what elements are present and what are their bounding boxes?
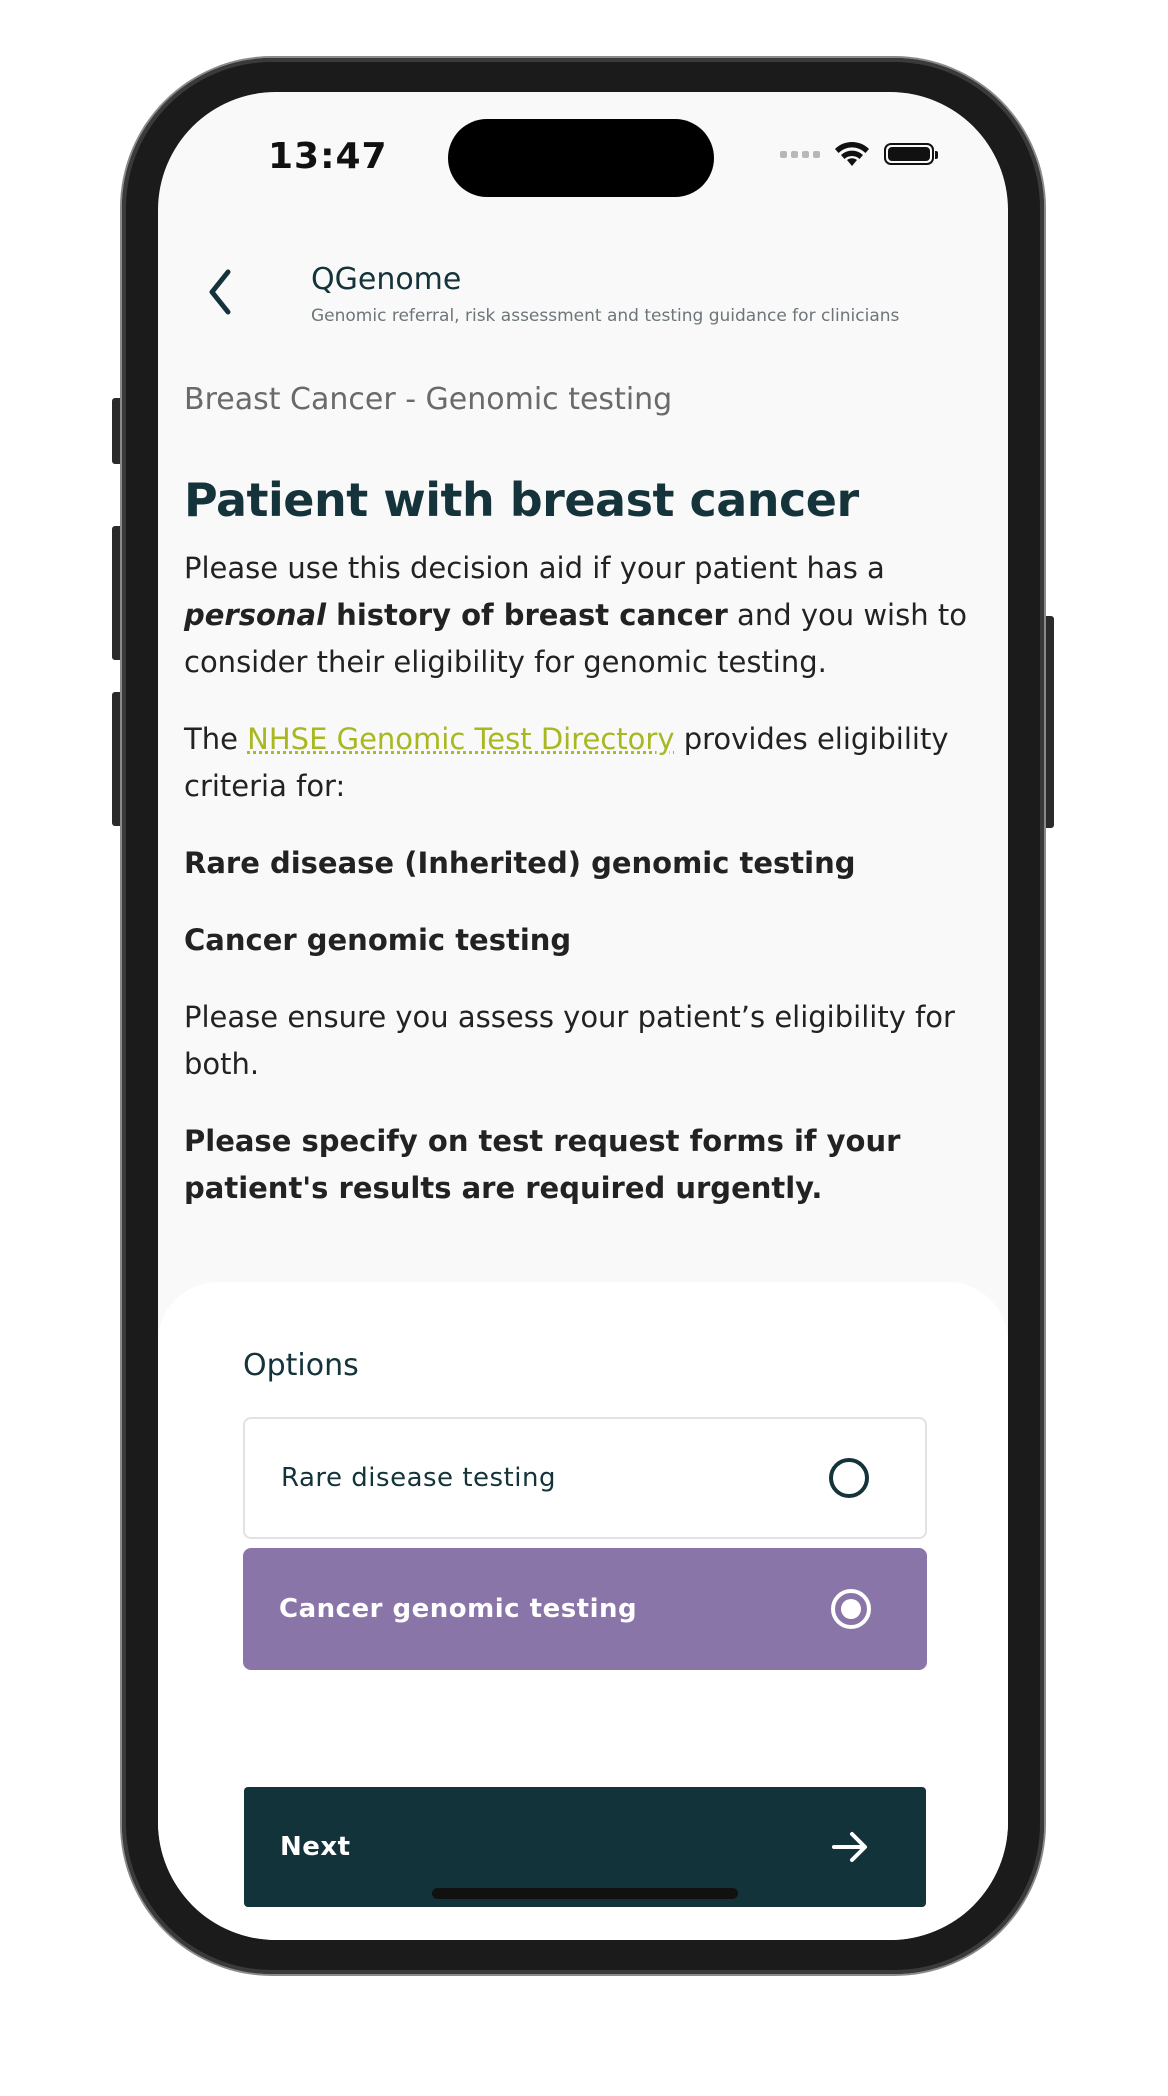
status-icons xyxy=(780,140,938,168)
intro-text-1: Please use this decision aid if your pat… xyxy=(184,551,885,585)
app-header: QGenome Genomic referral, risk assessmen… xyxy=(158,242,1008,352)
directory-paragraph: The NHSE Genomic Test Directory provides… xyxy=(184,716,984,810)
intro-paragraph: Please use this decision aid if your pat… xyxy=(184,545,984,686)
chevron-left-icon xyxy=(209,269,231,315)
home-indicator xyxy=(432,1888,738,1899)
back-button[interactable] xyxy=(198,262,248,322)
option-cancer-genomic-testing[interactable]: Cancer genomic testing xyxy=(243,1548,927,1670)
option-label: Cancer genomic testing xyxy=(279,1594,638,1624)
option-rare-disease-testing[interactable]: Rare disease testing xyxy=(243,1417,927,1539)
criteria-cancer: Cancer genomic testing xyxy=(184,923,572,957)
intro-emphasis: personal xyxy=(184,598,327,632)
radio-checked-icon xyxy=(831,1589,871,1629)
criteria-rare-disease: Rare disease (Inherited) genomic testing xyxy=(184,846,856,880)
next-label: Next xyxy=(280,1832,351,1862)
phone-frame: 13:47 QGenome Genomic referral, risk ass… xyxy=(122,58,1044,1974)
battery-icon xyxy=(884,143,938,165)
arrow-right-icon xyxy=(832,1832,867,1862)
directory-prefix: The xyxy=(184,722,248,756)
options-label: Options xyxy=(243,1348,359,1383)
options-panel: Options Rare disease testing Cancer geno… xyxy=(158,1282,1008,1940)
screen: 13:47 QGenome Genomic referral, risk ass… xyxy=(158,92,1008,1940)
main-content: Breast Cancer - Genomic testing Patient … xyxy=(184,382,984,1242)
ensure-paragraph: Please ensure you assess your patient’s … xyxy=(184,1000,955,1081)
urgent-paragraph: Please specify on test request forms if … xyxy=(184,1124,901,1205)
genomic-test-directory-link[interactable]: NHSE Genomic Test Directory xyxy=(247,722,674,756)
page-title: Patient with breast cancer xyxy=(184,473,859,527)
intro-strong: history of breast cancer xyxy=(326,598,728,632)
radio-unchecked-icon xyxy=(829,1458,869,1498)
breadcrumb: Breast Cancer - Genomic testing xyxy=(184,382,673,417)
app-subtitle: Genomic referral, risk assessment and te… xyxy=(311,306,900,326)
wifi-icon xyxy=(835,141,869,166)
app-title: QGenome xyxy=(311,262,462,297)
dynamic-island xyxy=(448,119,714,197)
signal-icon xyxy=(780,150,820,158)
option-label: Rare disease testing xyxy=(281,1463,556,1493)
status-time: 13:47 xyxy=(268,136,388,177)
